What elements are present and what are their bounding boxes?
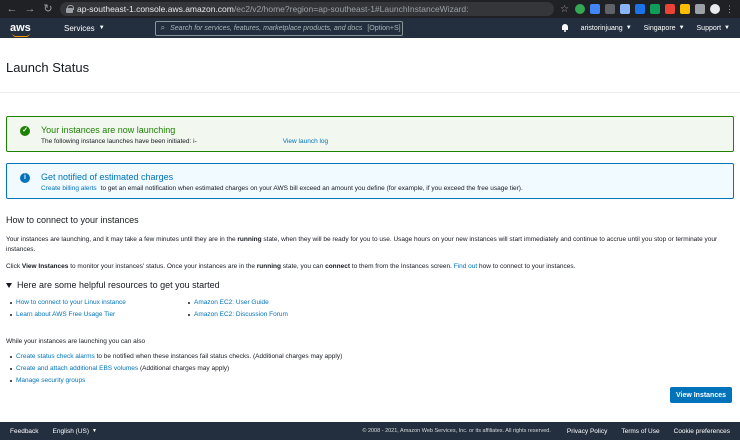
info-icon: i — [20, 173, 30, 183]
search-shortcut: [Option+S] — [367, 24, 401, 32]
bookmark-star-icon[interactable]: ☆ — [560, 4, 569, 15]
instance-id-redacted — [200, 138, 279, 145]
footer: Feedback English (US) ▼ © 2008 - 2021, Am… — [0, 422, 740, 440]
extension-icon[interactable] — [620, 4, 630, 14]
extension-icon[interactable] — [650, 4, 660, 14]
browser-toolbar: ← → ↻ ap-southeast-1.console.aws.amazon.… — [0, 0, 740, 18]
resource-link[interactable]: How to connect to your Linux instance — [16, 299, 126, 306]
footer-right: © 2008 - 2021, Amazon Web Services, Inc.… — [362, 428, 730, 435]
menu-kebab-icon[interactable]: ⋮ — [725, 4, 734, 14]
connect-paragraph-2: Click View Instances to monitor your ins… — [6, 263, 576, 270]
info-alert-text: to get an email notification when estima… — [100, 185, 523, 192]
connect-heading: How to connect to your instances — [6, 215, 139, 225]
aws-top-nav: aws Services ▼ ⌕ Search for services, fea… — [0, 18, 740, 38]
caret-down-icon — [6, 282, 12, 288]
extension-badge-icon[interactable] — [635, 4, 645, 14]
region-name: Singapore — [643, 24, 676, 32]
back-icon[interactable]: ← — [6, 0, 18, 18]
view-instances-button[interactable]: View Instances — [670, 387, 732, 403]
check-icon: ✓ — [20, 126, 30, 136]
reload-icon[interactable]: ↻ — [42, 0, 54, 18]
success-alert-title: Your instances are now launching — [41, 125, 176, 135]
caret-down-icon: ▼ — [92, 428, 97, 434]
support-menu[interactable]: Support ▼ — [697, 25, 730, 32]
bell-icon[interactable] — [561, 24, 569, 32]
lock-icon — [66, 5, 74, 13]
list-item: Manage security groups — [10, 377, 734, 384]
grammarly-icon[interactable] — [575, 4, 585, 14]
security-groups-link[interactable]: Manage security groups — [16, 377, 85, 384]
info-alert-body: Create billing alerts to get an email no… — [41, 185, 733, 192]
resource-link[interactable]: Amazon EC2: User Guide — [194, 299, 269, 306]
list-item: Amazon EC2: User Guide — [188, 299, 388, 306]
feedback-link[interactable]: Feedback — [10, 428, 39, 435]
info-alert: i Get notified of estimated charges Crea… — [6, 163, 734, 199]
status-check-alarms-link[interactable]: Create status check alarms — [16, 353, 95, 360]
success-alert-text: The following instance launches have bee… — [41, 138, 197, 145]
privacy-policy-link[interactable]: Privacy Policy — [567, 428, 607, 435]
while-list: Create status check alarms to be notifie… — [6, 353, 734, 384]
terms-link[interactable]: Terms of Use — [621, 428, 659, 435]
resources-list: How to connect to your Linux instance Am… — [6, 299, 734, 318]
success-alert: ✓ Your instances are now launching The f… — [6, 116, 734, 152]
language-selector[interactable]: English (US) ▼ — [53, 428, 97, 435]
region-menu[interactable]: Singapore ▼ — [644, 25, 685, 32]
url-text: ap-southeast-1.console.aws.amazon.com/ec… — [77, 4, 469, 14]
support-label: Support — [696, 24, 722, 32]
account-menu[interactable]: aristorinjuang ▼ — [581, 25, 632, 32]
cookie-preferences-link[interactable]: Cookie preferences — [674, 428, 730, 435]
resources-toggle[interactable]: Here are some helpful resources to get y… — [6, 280, 734, 290]
list-item: Learn about AWS Free Usage Tier — [10, 311, 188, 318]
search-input[interactable]: ⌕ Search for services, features, marketp… — [154, 20, 403, 36]
extension-icon[interactable] — [590, 4, 600, 14]
while-heading: While your instances are launching you c… — [6, 338, 146, 345]
title-divider — [0, 92, 740, 93]
extensions-bar: ⋮ — [575, 4, 734, 14]
connect-paragraph-1: Your instances are launching, and it may… — [6, 236, 718, 253]
services-label: Services — [64, 23, 95, 33]
search-placeholder: Search for services, features, marketpla… — [170, 24, 363, 32]
copyright: © 2008 - 2021, Amazon Web Services, Inc.… — [362, 428, 551, 434]
extension-icon[interactable] — [665, 4, 675, 14]
info-alert-title: Get notified of estimated charges — [41, 172, 174, 182]
caret-down-icon: ▼ — [98, 25, 105, 31]
create-billing-alerts-link[interactable]: Create billing alerts — [41, 185, 97, 192]
services-menu[interactable]: Services ▼ — [64, 24, 105, 33]
list-item: Create status check alarms to be notifie… — [10, 353, 734, 360]
ebs-volumes-link[interactable]: Create and attach additional EBS volumes — [16, 365, 138, 372]
caret-down-icon: ▼ — [724, 25, 730, 31]
language-label: English (US) — [52, 427, 90, 435]
profile-avatar[interactable] — [710, 4, 720, 14]
page-title: Launch Status — [6, 60, 90, 75]
success-alert-body: The following instance launches have bee… — [41, 138, 733, 145]
resource-link[interactable]: Learn about AWS Free Usage Tier — [16, 311, 115, 318]
forward-icon[interactable]: → — [24, 0, 36, 18]
aws-logo[interactable]: aws — [10, 22, 38, 37]
resources-heading: Here are some helpful resources to get y… — [17, 280, 220, 290]
nav-right: aristorinjuang ▼ Singapore ▼ Support ▼ — [561, 24, 730, 32]
account-name: aristorinjuang — [580, 24, 623, 32]
list-item: Create and attach additional EBS volumes… — [10, 365, 734, 372]
caret-down-icon: ▼ — [678, 25, 685, 31]
extension-icon[interactable] — [680, 4, 690, 14]
list-item: Amazon EC2: Discussion Forum — [188, 311, 388, 318]
list-item: How to connect to your Linux instance — [10, 299, 188, 306]
resource-link[interactable]: Amazon EC2: Discussion Forum — [194, 311, 288, 318]
find-out-link[interactable]: Find out — [454, 263, 478, 270]
search-icon: ⌕ — [160, 23, 166, 32]
caret-down-icon: ▼ — [625, 25, 632, 31]
main-content: Launch Status ✓ Your instances are now l… — [0, 38, 740, 422]
address-bar[interactable]: ap-southeast-1.console.aws.amazon.com/ec… — [60, 2, 555, 16]
extension-icon[interactable] — [605, 4, 615, 14]
view-launch-log-link[interactable]: View launch log — [283, 138, 328, 145]
puzzle-icon[interactable] — [695, 4, 705, 14]
